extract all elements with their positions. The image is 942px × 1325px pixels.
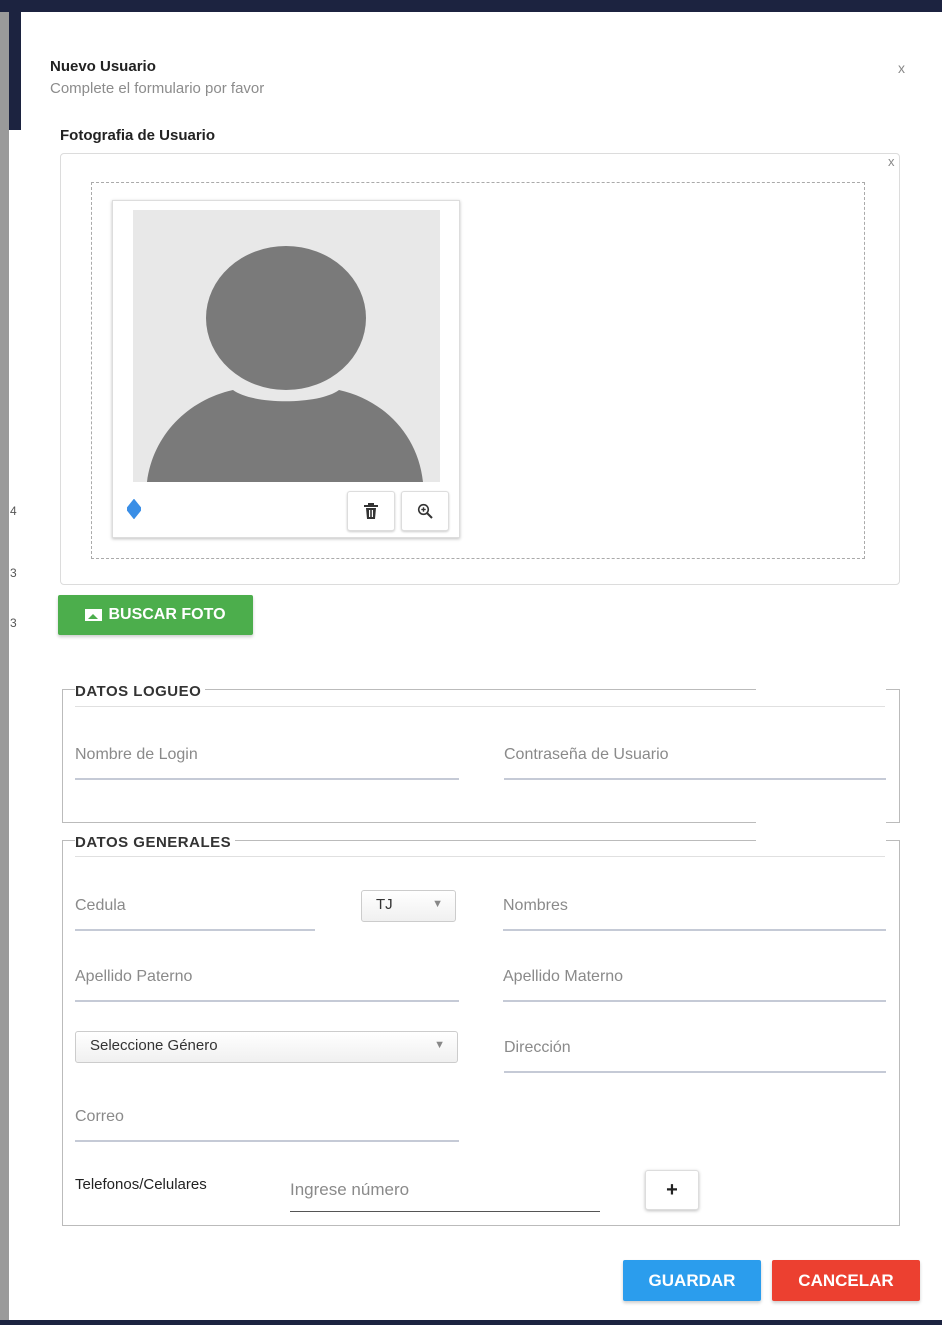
search-photo-label: BUSCAR FOTO bbox=[108, 606, 226, 623]
section-divider bbox=[75, 856, 885, 857]
background-text: 3 bbox=[10, 566, 17, 580]
move-arrows-icon[interactable] bbox=[124, 498, 144, 524]
address-field[interactable]: Dirección bbox=[504, 1039, 886, 1073]
photo-label: Fotografia de Usuario bbox=[60, 127, 216, 144]
remove-photo-icon[interactable]: x bbox=[888, 154, 895, 169]
zoom-in-icon bbox=[417, 503, 433, 519]
search-photo-button[interactable]: BUSCAR FOTO bbox=[58, 595, 253, 635]
background-header bbox=[9, 12, 21, 130]
avatar-placeholder-image bbox=[133, 210, 440, 482]
phones-label: Telefonos/Celulares bbox=[75, 1176, 207, 1193]
add-phone-button[interactable]: + bbox=[645, 1170, 699, 1210]
background-topbar bbox=[0, 0, 942, 12]
general-section-legend: DATOS GENERALES bbox=[75, 834, 236, 851]
background-text: 3 bbox=[10, 616, 17, 630]
close-icon[interactable]: x bbox=[898, 60, 905, 76]
background-text: 4 bbox=[10, 504, 17, 518]
login-name-field[interactable]: Nombre de Login bbox=[75, 746, 459, 780]
modal-subtitle: Complete el formulario por favor bbox=[50, 80, 265, 97]
user-silhouette-icon bbox=[147, 246, 423, 482]
expedido-value: TJ bbox=[376, 896, 393, 913]
email-field[interactable]: Correo bbox=[75, 1108, 459, 1142]
section-border-gap bbox=[756, 837, 886, 843]
background-bottom-bar bbox=[0, 1320, 942, 1325]
trash-icon bbox=[364, 503, 378, 519]
zoom-photo-button[interactable] bbox=[401, 491, 449, 531]
section-border-gap bbox=[756, 820, 886, 826]
cedula-field[interactable]: Cedula bbox=[75, 897, 315, 931]
apellido-paterno-field[interactable]: Apellido Paterno bbox=[75, 968, 459, 1002]
expedido-select[interactable]: TJ ▼ bbox=[361, 890, 456, 922]
chevron-down-icon: ▼ bbox=[434, 1039, 445, 1051]
cancel-button[interactable]: CANCELAR bbox=[772, 1260, 920, 1301]
apellido-materno-field[interactable]: Apellido Materno bbox=[503, 968, 886, 1002]
image-icon bbox=[85, 609, 103, 621]
nombres-field[interactable]: Nombres bbox=[503, 897, 886, 931]
section-border-gap bbox=[756, 686, 886, 692]
delete-photo-button[interactable] bbox=[347, 491, 395, 531]
login-section-legend: DATOS LOGUEO bbox=[75, 683, 206, 700]
phone-number-input[interactable]: Ingrese número bbox=[290, 1180, 600, 1212]
save-button[interactable]: GUARDAR bbox=[623, 1260, 761, 1301]
gender-select[interactable]: Seleccione Género ▼ bbox=[75, 1031, 458, 1063]
gender-value: Seleccione Género bbox=[90, 1037, 218, 1054]
modal-title: Nuevo Usuario bbox=[50, 58, 156, 75]
section-divider bbox=[75, 706, 885, 707]
background-page bbox=[0, 12, 9, 1325]
password-field[interactable]: Contraseña de Usuario bbox=[504, 746, 886, 780]
chevron-down-icon: ▼ bbox=[432, 898, 443, 910]
